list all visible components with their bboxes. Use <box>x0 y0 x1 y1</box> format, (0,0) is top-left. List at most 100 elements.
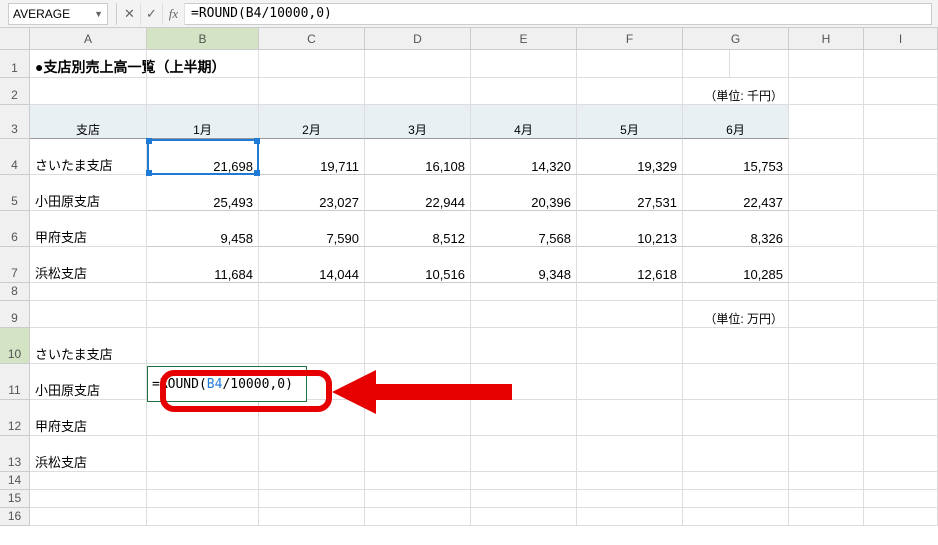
cell-b15[interactable] <box>147 490 259 508</box>
cell-b8[interactable] <box>147 283 259 301</box>
cell-e15[interactable] <box>471 490 577 508</box>
cell-d4[interactable]: 16,108 <box>365 139 471 175</box>
cell-d2[interactable] <box>365 78 471 105</box>
cell-g3[interactable]: 6月 <box>683 105 789 139</box>
cell-i10[interactable] <box>864 328 938 364</box>
cell-a10[interactable]: さいたま支店 <box>30 328 147 364</box>
cell-a16[interactable] <box>30 508 147 526</box>
cell-h16[interactable] <box>789 508 864 526</box>
cell-e11[interactable] <box>471 364 577 400</box>
cell-b10[interactable] <box>147 328 259 364</box>
cell-c4[interactable]: 19,711 <box>259 139 365 175</box>
cell-g16[interactable] <box>683 508 789 526</box>
cell-f2[interactable] <box>577 78 683 105</box>
cell-f14[interactable] <box>577 472 683 490</box>
cell-a6[interactable]: 甲府支店 <box>30 211 147 247</box>
cell-e5[interactable]: 20,396 <box>471 175 577 211</box>
cell-b6[interactable]: 9,458 <box>147 211 259 247</box>
cell-h14[interactable] <box>789 472 864 490</box>
cell-b7[interactable]: 11,684 <box>147 247 259 283</box>
cell-e10[interactable] <box>471 328 577 364</box>
cell-i7[interactable] <box>864 247 938 283</box>
cell-i14[interactable] <box>864 472 938 490</box>
cell-h12[interactable] <box>789 400 864 436</box>
cell-h2[interactable] <box>789 78 864 105</box>
cell-h8[interactable] <box>789 283 864 301</box>
row-header-5[interactable]: 5 <box>0 175 30 211</box>
cell-d6[interactable]: 8,512 <box>365 211 471 247</box>
cell-d9[interactable] <box>365 301 471 328</box>
cell-c5[interactable]: 23,027 <box>259 175 365 211</box>
cell-d5[interactable]: 22,944 <box>365 175 471 211</box>
cell-c13[interactable] <box>259 436 365 472</box>
cell-h6[interactable] <box>789 211 864 247</box>
cell-b2[interactable] <box>147 78 259 105</box>
cell-e14[interactable] <box>471 472 577 490</box>
row-header-16[interactable]: 16 <box>0 508 30 526</box>
cell-e8[interactable] <box>471 283 577 301</box>
cell-g14[interactable] <box>683 472 789 490</box>
editing-cell-b10[interactable]: =ROUND(B4/10000,0) <box>147 366 307 402</box>
cell-f10[interactable] <box>577 328 683 364</box>
cell-i13[interactable] <box>864 436 938 472</box>
cell-e13[interactable] <box>471 436 577 472</box>
cell-f13[interactable] <box>577 436 683 472</box>
cell-g10[interactable] <box>683 328 789 364</box>
col-header-h[interactable]: H <box>789 28 864 49</box>
cell-b5[interactable]: 25,493 <box>147 175 259 211</box>
cell-i15[interactable] <box>864 490 938 508</box>
row-header-13[interactable]: 13 <box>0 436 30 472</box>
cell-e12[interactable] <box>471 400 577 436</box>
cell-d16[interactable] <box>365 508 471 526</box>
cell-a7[interactable]: 浜松支店 <box>30 247 147 283</box>
cell-d8[interactable] <box>365 283 471 301</box>
cell-a12[interactable]: 甲府支店 <box>30 400 147 436</box>
cell-e9[interactable] <box>471 301 577 328</box>
cancel-formula-button[interactable]: ✕ <box>119 3 141 25</box>
cell-h1[interactable] <box>789 50 864 78</box>
col-header-b[interactable]: B <box>147 28 259 49</box>
cell-f4[interactable]: 19,329 <box>577 139 683 175</box>
chevron-down-icon[interactable]: ▼ <box>94 9 103 19</box>
row-header-10[interactable]: 10 <box>0 328 30 364</box>
cell-a4[interactable]: さいたま支店 <box>30 139 147 175</box>
cell-d11[interactable] <box>365 364 471 400</box>
cell-e16[interactable] <box>471 508 577 526</box>
row-header-6[interactable]: 6 <box>0 211 30 247</box>
cell-b9[interactable] <box>147 301 259 328</box>
name-box[interactable]: AVERAGE ▼ <box>8 3 108 25</box>
cell-a15[interactable] <box>30 490 147 508</box>
cell-a9[interactable] <box>30 301 147 328</box>
row-header-12[interactable]: 12 <box>0 400 30 436</box>
cell-i11[interactable] <box>864 364 938 400</box>
cell-i5[interactable] <box>864 175 938 211</box>
cell-d14[interactable] <box>365 472 471 490</box>
col-header-a[interactable]: A <box>30 28 147 49</box>
fx-button[interactable]: fx <box>163 3 185 25</box>
cell-c8[interactable] <box>259 283 365 301</box>
cell-g12[interactable] <box>683 400 789 436</box>
cell-h11[interactable] <box>789 364 864 400</box>
cell-g2[interactable]: （単位: 千円） <box>683 78 789 105</box>
cell-g4[interactable]: 15,753 <box>683 139 789 175</box>
row-header-11[interactable]: 11 <box>0 364 30 400</box>
cell-i16[interactable] <box>864 508 938 526</box>
cell-i3[interactable] <box>864 105 938 139</box>
cell-f3[interactable]: 5月 <box>577 105 683 139</box>
col-header-i[interactable]: I <box>864 28 938 49</box>
col-header-e[interactable]: E <box>471 28 577 49</box>
cell-b16[interactable] <box>147 508 259 526</box>
cell-d13[interactable] <box>365 436 471 472</box>
cell-d15[interactable] <box>365 490 471 508</box>
col-header-g[interactable]: G <box>683 28 789 49</box>
cell-d12[interactable] <box>365 400 471 436</box>
cell-g8[interactable] <box>683 283 789 301</box>
cell-h4[interactable] <box>789 139 864 175</box>
cell-d3[interactable]: 3月 <box>365 105 471 139</box>
cell-h13[interactable] <box>789 436 864 472</box>
cell-h3[interactable] <box>789 105 864 139</box>
cell-h15[interactable] <box>789 490 864 508</box>
cell-d10[interactable] <box>365 328 471 364</box>
cell-e7[interactable]: 9,348 <box>471 247 577 283</box>
cell-b12[interactable] <box>147 400 259 436</box>
